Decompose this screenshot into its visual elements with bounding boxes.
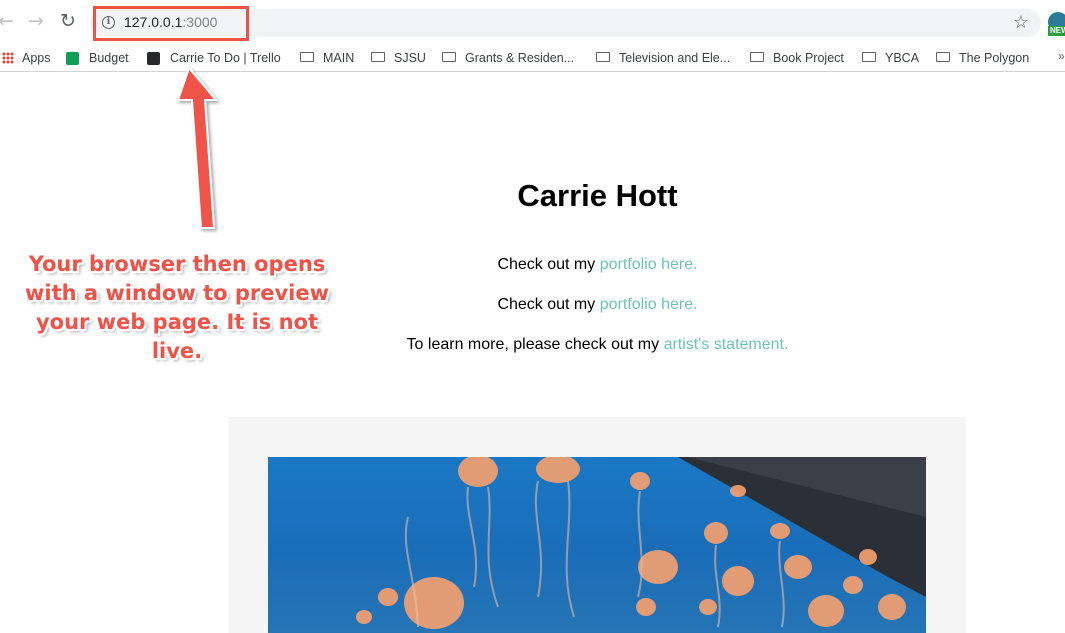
bookmarks-overflow-icon[interactable]: » [1058,49,1065,63]
profile-new-badge: NEW [1048,26,1065,36]
jellyfish-illustration [356,457,926,629]
folder-icon [371,52,385,62]
trello-icon [147,52,160,65]
forward-arrow-icon[interactable]: → [26,11,46,31]
reload-icon[interactable]: ↻ [58,11,78,31]
back-arrow-icon[interactable]: ← [0,11,16,31]
folder-icon [750,52,764,62]
jellyfish-photo [268,457,926,633]
folder-icon [300,52,314,62]
folder-icon [936,52,950,62]
folder-icon [862,52,876,62]
url-highlight-box [93,6,249,41]
portfolio-link-1[interactable]: portfolio here. [600,256,698,273]
portfolio-link-2[interactable]: portfolio here. [600,296,698,313]
annotation-callout: Your browser then opens with a window to… [24,252,330,363]
sheets-icon [66,52,79,65]
folder-icon [442,52,456,62]
folder-icon [596,52,610,62]
apps-grid-icon [2,52,14,64]
artist-statement-link[interactable]: artist's statement. [664,336,789,353]
bookmark-star-icon[interactable]: ☆ [1013,12,1029,33]
red-arrow-icon [176,66,219,229]
